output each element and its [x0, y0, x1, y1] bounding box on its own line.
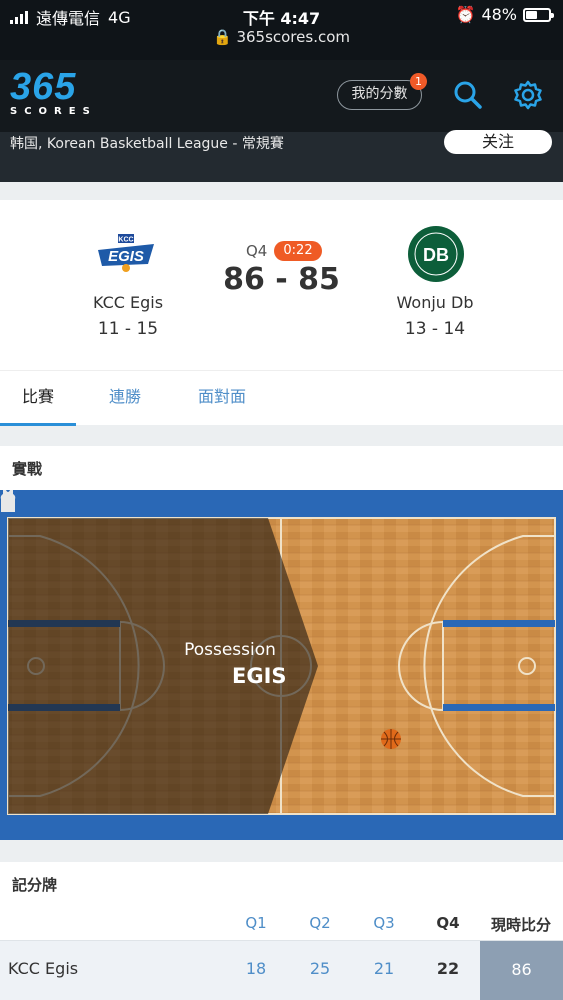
search-icon[interactable] — [452, 79, 484, 111]
battery-percent: 48% — [481, 5, 517, 24]
game-clock: 0:22 — [274, 241, 322, 261]
logo-number: 365 — [10, 66, 77, 108]
cell-q4: 22 — [436, 959, 460, 978]
url-text: 365scores.com — [236, 28, 350, 46]
battery-icon — [523, 7, 554, 22]
follow-button[interactable]: 关注 — [444, 130, 552, 154]
period: Q4 — [246, 242, 268, 260]
svg-text:KCC: KCC — [118, 237, 133, 244]
col-q1: Q1 — [245, 914, 267, 932]
tab-head-to-head[interactable]: 面對面 — [183, 371, 261, 426]
gear-icon[interactable] — [512, 79, 544, 111]
league-title: 韩国, Korean Basketball League - 常規賽 — [10, 136, 284, 152]
lock-icon: 🔒 — [212, 28, 237, 46]
possession-team: EGIS — [232, 664, 287, 688]
cell-q3: 21 — [373, 959, 395, 978]
jersey-icon — [0, 490, 16, 512]
my-scores-button[interactable]: 我的分數 1 — [337, 73, 427, 110]
tab-streaks[interactable]: 連勝 — [88, 371, 162, 426]
scoreboard-header: 記分牌 — [0, 862, 563, 906]
row-team-name: KCC Egis — [8, 959, 79, 978]
home-team-record: 11 - 15 — [97, 319, 159, 339]
col-q2: Q2 — [309, 914, 331, 932]
away-team-record: 13 - 14 — [404, 319, 466, 339]
logo[interactable]: 365 SCORES — [10, 66, 97, 117]
cell-q2: 25 — [309, 959, 331, 978]
wonju-db-logo[interactable]: DB — [406, 224, 466, 284]
notification-badge: 1 — [410, 73, 427, 90]
cell-total: 86 — [480, 941, 563, 1000]
scoreboard-title: 記分牌 — [12, 876, 58, 894]
scoreboard-table: Q1 Q2 Q3 Q4 現時比分 KCC Egis 18 25 21 22 86 — [0, 906, 563, 1000]
live-court: Possession EGIS — [0, 490, 563, 840]
col-total: 現時比分 — [490, 916, 551, 934]
match-score: 86 - 85 — [223, 262, 340, 297]
cell-q1: 18 — [245, 959, 267, 978]
col-q3: Q3 — [373, 914, 395, 932]
live-title: 實戰 — [12, 460, 43, 478]
logo-word: SCORES — [10, 106, 97, 117]
away-logo-text: DB — [423, 245, 449, 265]
alarm-icon: ⏰ — [455, 5, 476, 24]
ball-icon — [381, 729, 401, 749]
status-right: ⏰ 48% — [455, 5, 554, 24]
live-section-header: 實戰 — [0, 446, 563, 490]
match-card: KCC EGIS KCC Egis 11 - 15 Q4 0:22 86 - 8… — [0, 200, 563, 426]
my-scores-label: 我的分數 — [351, 86, 408, 102]
col-q4: Q4 — [436, 914, 460, 932]
table-row[interactable]: KCC Egis 18 25 21 22 86 — [0, 940, 563, 1000]
status-bar: 遠傳電信 4G 下午 4:47 🔒 365scores.com ⏰ 48% — [0, 0, 563, 60]
away-team-name[interactable]: Wonju Db — [355, 293, 515, 312]
possession-label: Possession — [184, 640, 276, 660]
tab-match[interactable]: 比賽 — [0, 371, 76, 426]
match-tabs: 比賽 連勝 面對面 — [0, 370, 563, 426]
app-header: 365 SCORES 我的分數 1 韩国, Korean Basketball … — [0, 60, 563, 182]
url-bar[interactable]: 🔒 365scores.com — [0, 28, 563, 46]
